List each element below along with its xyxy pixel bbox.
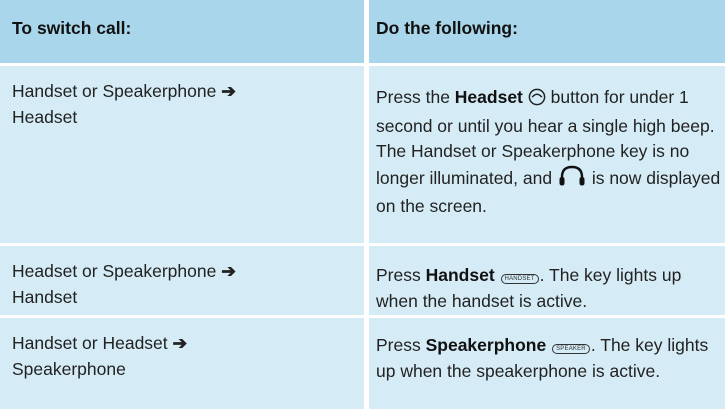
header-label-action: Do the following: — [376, 18, 518, 38]
handset-key-icon: HANDSET — [500, 274, 539, 284]
action-cell: Press the Headset button for under 1 sec… — [369, 66, 725, 243]
action-key-name: Speakerphone — [425, 335, 547, 355]
arrow-icon: ➔ — [221, 81, 236, 101]
table-row: Headset or Speakerphone ➔ Handset Press … — [0, 246, 725, 315]
action-key-name: Handset — [425, 265, 495, 285]
switch-to: Headset — [12, 106, 78, 127]
action-prefix: Press — [376, 335, 426, 355]
action-key-name: Headset — [454, 87, 523, 107]
call-switching-table: To switch call: Do the following: Handse… — [0, 0, 725, 409]
action-cell: Press Speakerphone SPEAKER. The key ligh… — [369, 318, 725, 409]
action-prefix: Press the — [376, 87, 455, 107]
action-description: Press Speakerphone SPEAKER. The key ligh… — [376, 333, 725, 384]
arrow-icon: ➔ — [172, 333, 188, 353]
table-row: Handset or Speakerphone ➔ Headset Press … — [0, 66, 725, 243]
switch-to: Handset — [12, 286, 78, 307]
switch-cell: Headset or Speakerphone ➔ Handset — [0, 246, 364, 315]
header-label-switch: To switch call: — [12, 18, 132, 38]
table-header-row: To switch call: Do the following: — [0, 0, 725, 63]
action-prefix: Press — [376, 265, 426, 285]
switch-description: Handset or Speakerphone ➔ Headset — [12, 79, 342, 130]
switch-from: Handset or Speakerphone — [12, 81, 217, 101]
action-cell: Press Handset HANDSET. The key lights up… — [369, 246, 725, 315]
action-description: Press the Headset button for under 1 sec… — [376, 85, 725, 220]
switch-description: Handset or Headset ➔ Speakerphone — [12, 331, 342, 382]
header-cell-action: Do the following: — [369, 0, 725, 63]
switch-description: Headset or Speakerphone ➔ Handset — [12, 259, 342, 310]
speaker-key-icon: SPEAKER — [552, 344, 590, 354]
table-row: Handset or Headset ➔ Speakerphone Press … — [0, 318, 725, 409]
action-description: Press Handset HANDSET. The key lights up… — [376, 263, 725, 314]
headset-button-icon — [528, 88, 546, 114]
switch-to: Speakerphone — [12, 358, 126, 379]
headset-status-icon — [557, 165, 587, 195]
switch-cell: Handset or Speakerphone ➔ Headset — [0, 66, 364, 243]
arrow-icon: ➔ — [221, 261, 236, 281]
switch-from: Headset or Speakerphone — [12, 261, 217, 281]
header-cell-switch: To switch call: — [0, 0, 364, 63]
switch-from: Handset or Headset — [12, 333, 168, 353]
switch-cell: Handset or Headset ➔ Speakerphone — [0, 318, 364, 409]
